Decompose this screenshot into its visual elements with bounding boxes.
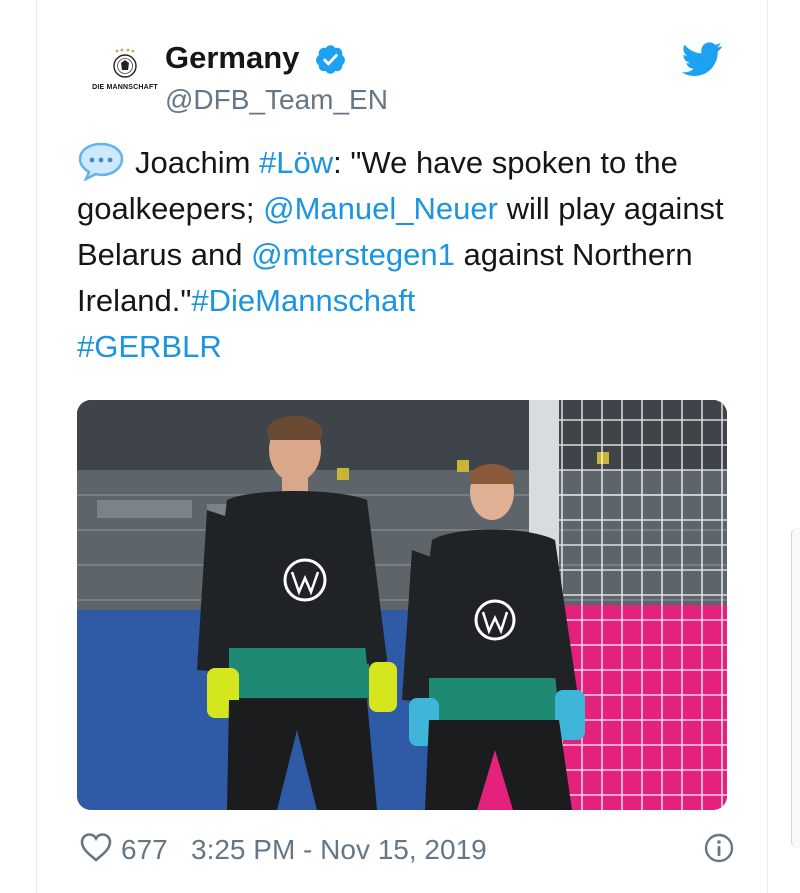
goalkeepers-photo bbox=[77, 400, 727, 810]
hashtag-diemannschaft[interactable]: #DieMannschaft bbox=[191, 283, 415, 318]
tweet-card: DIE MANNSCHAFT Germany @DFB_Team_EN Joac… bbox=[36, 0, 768, 893]
account-handle[interactable]: @DFB_Team_EN bbox=[165, 82, 388, 118]
tweet-footer: 677 3:25 PM - Nov 15, 2019 bbox=[77, 828, 734, 872]
tweet-header: DIE MANNSCHAFT Germany @DFB_Team_EN bbox=[37, 0, 767, 130]
scrollbar[interactable] bbox=[791, 528, 800, 848]
like-count: 677 bbox=[121, 834, 168, 865]
tweet-text: Joachim #Löw: "We have spoken to the goa… bbox=[77, 140, 737, 370]
tweet-photo[interactable] bbox=[77, 400, 727, 810]
avatar-brand-text: DIE MANNSCHAFT bbox=[92, 84, 158, 91]
verified-badge-icon bbox=[316, 45, 345, 74]
avatar[interactable]: DIE MANNSCHAFT bbox=[79, 40, 171, 108]
display-name[interactable]: Germany bbox=[165, 36, 299, 80]
twitter-bird-icon[interactable] bbox=[681, 42, 723, 76]
hashtag-low[interactable]: #Löw bbox=[259, 145, 333, 180]
mention-manuel-neuer[interactable]: @Manuel_Neuer bbox=[263, 191, 498, 226]
hashtag-gerblr[interactable]: #GERBLR bbox=[77, 329, 222, 364]
timestamp[interactable]: 3:25 PM - Nov 15, 2019 bbox=[191, 830, 487, 870]
dfb-crest-icon bbox=[113, 48, 137, 78]
heart-icon[interactable] bbox=[79, 832, 113, 862]
speech-bubble-icon bbox=[78, 142, 124, 181]
mention-mterstegen1[interactable]: @mterstegen1 bbox=[251, 237, 455, 272]
tweet-text-part: Joachim bbox=[135, 145, 260, 180]
info-icon[interactable] bbox=[703, 832, 735, 864]
